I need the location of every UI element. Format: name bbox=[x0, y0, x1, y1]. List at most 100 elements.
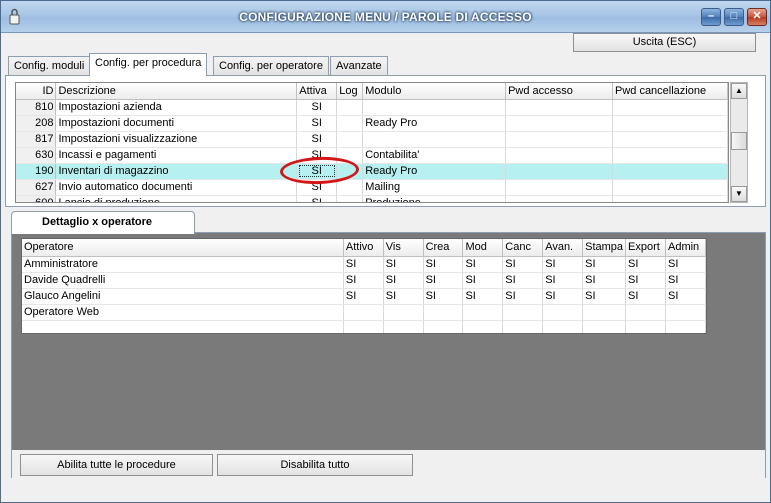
column-header-pwd-accesso[interactable]: Pwd accesso bbox=[505, 83, 613, 100]
cell-mod[interactable]: SI bbox=[462, 256, 504, 273]
cell-stampa[interactable]: SI bbox=[582, 288, 627, 305]
column-header-export[interactable]: Export bbox=[625, 239, 666, 257]
table-row-empty[interactable] bbox=[22, 320, 706, 333]
scrollbar-thumb[interactable] bbox=[731, 132, 747, 150]
cell-attiva[interactable]: SI bbox=[296, 115, 338, 132]
cell-pwd-cancellazione[interactable] bbox=[612, 163, 728, 180]
column-header-vis[interactable]: Vis bbox=[383, 239, 424, 257]
cell-admin[interactable]: SI bbox=[665, 256, 706, 273]
cell-export[interactable]: SI bbox=[625, 272, 666, 289]
cell-pwd-accesso[interactable] bbox=[505, 115, 613, 132]
cell-pwd-cancellazione[interactable] bbox=[612, 131, 728, 148]
cell-vis[interactable] bbox=[383, 304, 424, 321]
enable-all-procedures-button[interactable]: Abilita tutte le procedure bbox=[20, 454, 213, 476]
cell-attiva[interactable]: SI bbox=[296, 131, 338, 148]
cell-modulo[interactable]: Produzione bbox=[362, 195, 507, 202]
cell-pwd-accesso[interactable] bbox=[505, 99, 613, 116]
cell-canc[interactable]: SI bbox=[502, 272, 544, 289]
cell-stampa[interactable]: SI bbox=[582, 256, 627, 273]
cell-pwd-accesso[interactable] bbox=[505, 163, 613, 180]
cell-id[interactable]: 627 bbox=[16, 179, 57, 196]
table-row[interactable]: 630 Incassi e pagamenti SI Contabilita' bbox=[16, 147, 728, 164]
tab-avanzate[interactable]: Avanzate bbox=[330, 56, 388, 76]
tab-dettaglio-x-operatore[interactable]: Dettaglio x operatore bbox=[11, 211, 195, 234]
cell-export[interactable]: SI bbox=[625, 256, 666, 273]
column-header-attivo[interactable]: Attivo bbox=[343, 239, 384, 257]
cell-attiva[interactable]: SI bbox=[296, 99, 338, 116]
cell-export[interactable]: SI bbox=[625, 288, 666, 305]
cell-pwd-cancellazione[interactable] bbox=[612, 195, 728, 202]
cell-canc[interactable]: SI bbox=[502, 288, 544, 305]
procedures-scrollbar[interactable]: ▲ ▼ bbox=[730, 82, 748, 203]
title-bar[interactable]: CONFIGURAZIONE MENU / PAROLE DI ACCESSO … bbox=[1, 1, 770, 33]
cell-id[interactable]: 190 bbox=[16, 163, 57, 180]
cell-log[interactable] bbox=[336, 131, 364, 148]
cell-attivo[interactable] bbox=[343, 304, 384, 321]
procedures-grid[interactable]: ID Descrizione Attiva Log Modulo Pwd acc… bbox=[15, 82, 729, 203]
column-header-descrizione[interactable]: Descrizione bbox=[55, 83, 298, 100]
column-header-mod[interactable]: Mod bbox=[462, 239, 504, 257]
cell-avan[interactable]: SI bbox=[542, 288, 584, 305]
column-header-attiva[interactable]: Attiva bbox=[296, 83, 338, 100]
cell-admin[interactable]: SI bbox=[665, 272, 706, 289]
table-row[interactable]: 208 Impostazioni documenti SI Ready Pro bbox=[16, 115, 728, 132]
table-row-selected[interactable]: 190 Inventari di magazzino SI Ready Pro bbox=[16, 163, 728, 180]
column-header-admin[interactable]: Admin bbox=[665, 239, 706, 257]
cell-log[interactable] bbox=[336, 179, 364, 196]
cell-mod[interactable] bbox=[462, 304, 504, 321]
cell-modulo[interactable] bbox=[362, 131, 507, 148]
cell-avan[interactable]: SI bbox=[542, 256, 584, 273]
close-button[interactable]: ✕ bbox=[747, 8, 767, 26]
cell-operatore[interactable] bbox=[22, 320, 344, 333]
cell-modulo[interactable]: Contabilita' bbox=[362, 147, 507, 164]
cell-descrizione[interactable]: Impostazioni documenti bbox=[55, 115, 298, 132]
cell-modulo[interactable]: Ready Pro bbox=[362, 163, 507, 180]
cell-descrizione[interactable]: Invio automatico documenti bbox=[55, 179, 298, 196]
table-row[interactable]: Davide Quadrelli SI SI SI SI SI SI SI SI… bbox=[22, 272, 706, 289]
minimize-button[interactable]: – bbox=[701, 8, 721, 26]
cell-modulo[interactable]: Ready Pro bbox=[362, 115, 507, 132]
column-header-pwd-cancellazione[interactable]: Pwd cancellazione bbox=[612, 83, 728, 100]
cell-pwd-cancellazione[interactable] bbox=[612, 179, 728, 196]
cell-modulo[interactable] bbox=[362, 99, 507, 116]
cell-pwd-accesso[interactable] bbox=[505, 195, 613, 202]
cell-log[interactable] bbox=[336, 195, 364, 202]
cell-operatore[interactable]: Glauco Angelini bbox=[22, 288, 344, 305]
table-row[interactable]: 600 Lancio di produzione SI Produzione bbox=[16, 195, 728, 202]
cell-export[interactable] bbox=[625, 304, 666, 321]
cell-descrizione[interactable]: Incassi e pagamenti bbox=[55, 147, 298, 164]
cell-crea[interactable]: SI bbox=[423, 272, 464, 289]
operators-grid[interactable]: Operatore Attivo Vis Crea Mod Canc Avan.… bbox=[21, 238, 707, 334]
cell-empty[interactable] bbox=[343, 320, 384, 333]
cell-canc[interactable] bbox=[502, 304, 544, 321]
cell-vis[interactable]: SI bbox=[383, 288, 424, 305]
column-header-avan[interactable]: Avan. bbox=[542, 239, 584, 257]
cell-vis[interactable]: SI bbox=[383, 272, 424, 289]
cell-operatore[interactable]: Amministratore bbox=[22, 256, 344, 273]
cell-canc[interactable]: SI bbox=[502, 256, 544, 273]
cell-vis[interactable]: SI bbox=[383, 256, 424, 273]
cell-operatore[interactable]: Davide Quadrelli bbox=[22, 272, 344, 289]
column-header-operatore[interactable]: Operatore bbox=[22, 239, 344, 257]
column-header-id[interactable]: ID bbox=[16, 83, 57, 100]
column-header-log[interactable]: Log bbox=[336, 83, 364, 100]
scroll-down-icon[interactable]: ▼ bbox=[731, 186, 747, 202]
table-row[interactable]: Operatore Web bbox=[22, 304, 706, 321]
table-row[interactable]: Glauco Angelini SI SI SI SI SI SI SI SI … bbox=[22, 288, 706, 305]
cell-operatore[interactable]: Operatore Web bbox=[22, 304, 344, 321]
column-header-stampa[interactable]: Stampa bbox=[582, 239, 627, 257]
cell-empty[interactable] bbox=[665, 320, 706, 333]
cell-attiva[interactable]: SI bbox=[296, 195, 338, 202]
cell-empty[interactable] bbox=[542, 320, 584, 333]
tab-config-per-operatore[interactable]: Config. per operatore bbox=[213, 56, 329, 76]
cell-stampa[interactable]: SI bbox=[582, 272, 627, 289]
cell-id[interactable]: 817 bbox=[16, 131, 57, 148]
cell-empty[interactable] bbox=[423, 320, 464, 333]
tab-config-per-procedura[interactable]: Config. per procedura bbox=[89, 53, 208, 76]
maximize-button[interactable]: □ bbox=[724, 8, 744, 26]
cell-id[interactable]: 810 bbox=[16, 99, 57, 116]
cell-avan[interactable]: SI bbox=[542, 272, 584, 289]
cell-empty[interactable] bbox=[502, 320, 544, 333]
column-header-crea[interactable]: Crea bbox=[423, 239, 464, 257]
cell-log[interactable] bbox=[336, 99, 364, 116]
